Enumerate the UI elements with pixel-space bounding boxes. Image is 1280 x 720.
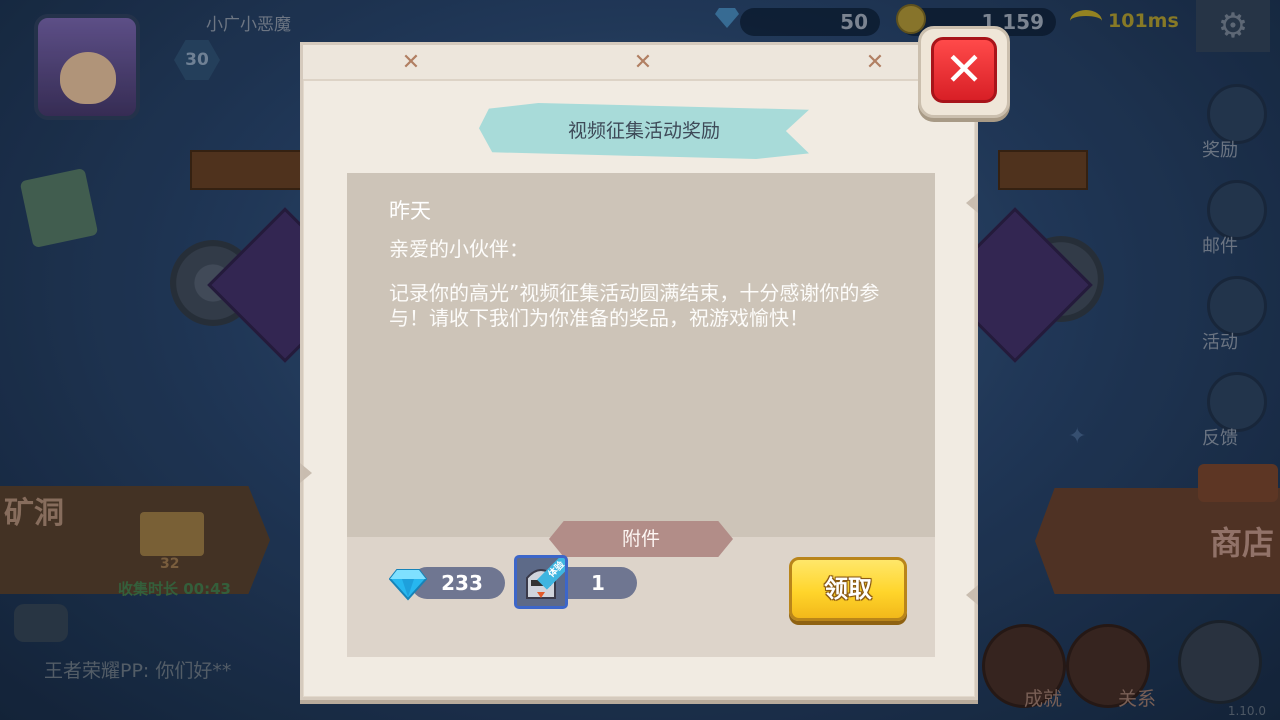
attachment-count: 1 — [591, 571, 605, 595]
close-button[interactable]: ✕ — [918, 26, 1010, 118]
message-date: 昨天 — [389, 199, 431, 223]
character-card-icon[interactable]: 体验 — [514, 555, 568, 609]
paper-notch — [966, 585, 978, 605]
dialog-title: 视频征集活动奖励 — [567, 120, 720, 142]
message-greeting: 亲爱的小伙伴： — [389, 237, 529, 261]
claim-button[interactable]: 领取 — [789, 557, 907, 621]
message-panel: 昨天 亲爱的小伙伴： 记录你的高光”视频征集活动圆满结束，十分感谢你的参与！请收… — [347, 173, 935, 657]
mail-reward-dialog: ✕ ✕ ✕ 视频征集活动奖励 昨天 亲爱的小伙伴： 记录你的高光”视频征集活动圆… — [300, 42, 978, 700]
paper-notch — [300, 463, 312, 483]
message-body: 记录你的高光”视频征集活动圆满结束，十分感谢你的参与！请收下我们为你准备的奖品，… — [389, 281, 880, 330]
diamond-icon — [389, 569, 427, 601]
paper-notch — [966, 193, 978, 213]
close-icon[interactable]: ✕ — [931, 37, 997, 103]
pin-icon: ✕ — [401, 50, 421, 75]
pin-icon: ✕ — [865, 50, 885, 75]
pin-icon: ✕ — [633, 50, 653, 75]
attachment-label: 附件 — [549, 521, 733, 557]
attachment-count: 233 — [441, 571, 483, 595]
